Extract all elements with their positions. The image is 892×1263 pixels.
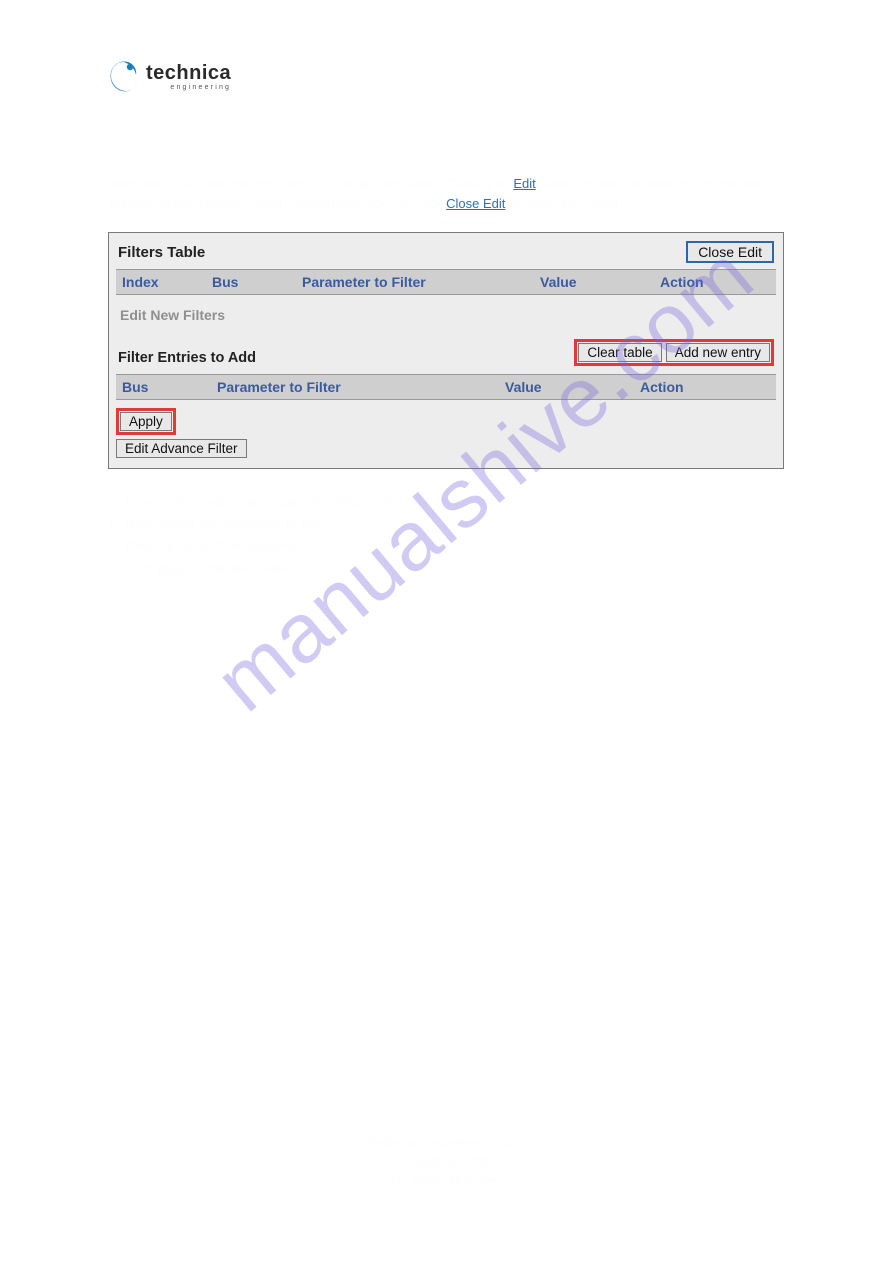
- col-bus: Bus: [212, 274, 302, 290]
- filters-table-panel: Filters Table Close Edit Index Bus Param…: [108, 232, 784, 469]
- edit-link[interactable]: Edit: [513, 176, 535, 191]
- apply-highlight: Apply: [116, 408, 176, 435]
- close-edit-link[interactable]: Close Edit: [446, 196, 505, 211]
- col2-param: Parameter to Filter: [217, 379, 505, 395]
- step-3: 3. Write the value of the parameter.: [108, 535, 784, 557]
- entries-header-row: Bus Parameter to Filter Value Action: [116, 374, 776, 400]
- step-2: 2. Then choose the parameter to filter.: [108, 513, 784, 535]
- brand-name: technica: [146, 63, 231, 83]
- entries-to-add-label: Filter Entries to Add: [118, 350, 256, 366]
- footer-address1: Leopoldstr. 236: [0, 1153, 892, 1172]
- close-edit-button[interactable]: Close Edit: [686, 241, 774, 263]
- col2-bus: Bus: [122, 379, 217, 395]
- col-action: Action: [660, 274, 770, 290]
- page-number: 47: [0, 1198, 892, 1217]
- step-4: 4. Click apply button when done.: [108, 558, 784, 580]
- apply-button[interactable]: Apply: [120, 412, 172, 431]
- col-param: Parameter to Filter: [302, 274, 540, 290]
- intro-text-1: After routing is done, the next step is …: [108, 176, 513, 191]
- edit-new-filters-label: Edit New Filters: [116, 295, 776, 339]
- footer-company: Technica Engineering GmbH: [0, 1134, 892, 1153]
- footer-address2: D - 80807 München: [0, 1172, 892, 1191]
- filters-header-row: Index Bus Parameter to Filter Value Acti…: [116, 269, 776, 295]
- page-footer: Technica Engineering GmbH Leopoldstr. 23…: [0, 1134, 892, 1217]
- clear-table-button[interactable]: Clear table: [578, 343, 661, 362]
- intro-text-3: to close filter menu.: [509, 196, 622, 211]
- col2-value: Value: [505, 379, 640, 395]
- logo-swirl-icon: [108, 60, 140, 94]
- brand-subtitle: engineering: [146, 84, 231, 91]
- edit-advance-filter-button[interactable]: Edit Advance Filter: [116, 439, 247, 458]
- col-index: Index: [122, 274, 212, 290]
- table-action-buttons: Clear table Add new entry: [574, 339, 774, 366]
- brand-logo: technica engineering: [108, 60, 784, 94]
- instructions-list: 1. A new entry needs to be created by cl…: [108, 491, 784, 579]
- step-1: 1. A new entry needs to be created by cl…: [108, 491, 784, 513]
- col-value: Value: [540, 274, 660, 290]
- add-new-entry-button[interactable]: Add new entry: [666, 343, 770, 362]
- col2-action: Action: [640, 379, 770, 395]
- intro-paragraph: After routing is done, the next step is …: [108, 174, 784, 214]
- panel-title: Filters Table: [118, 244, 205, 261]
